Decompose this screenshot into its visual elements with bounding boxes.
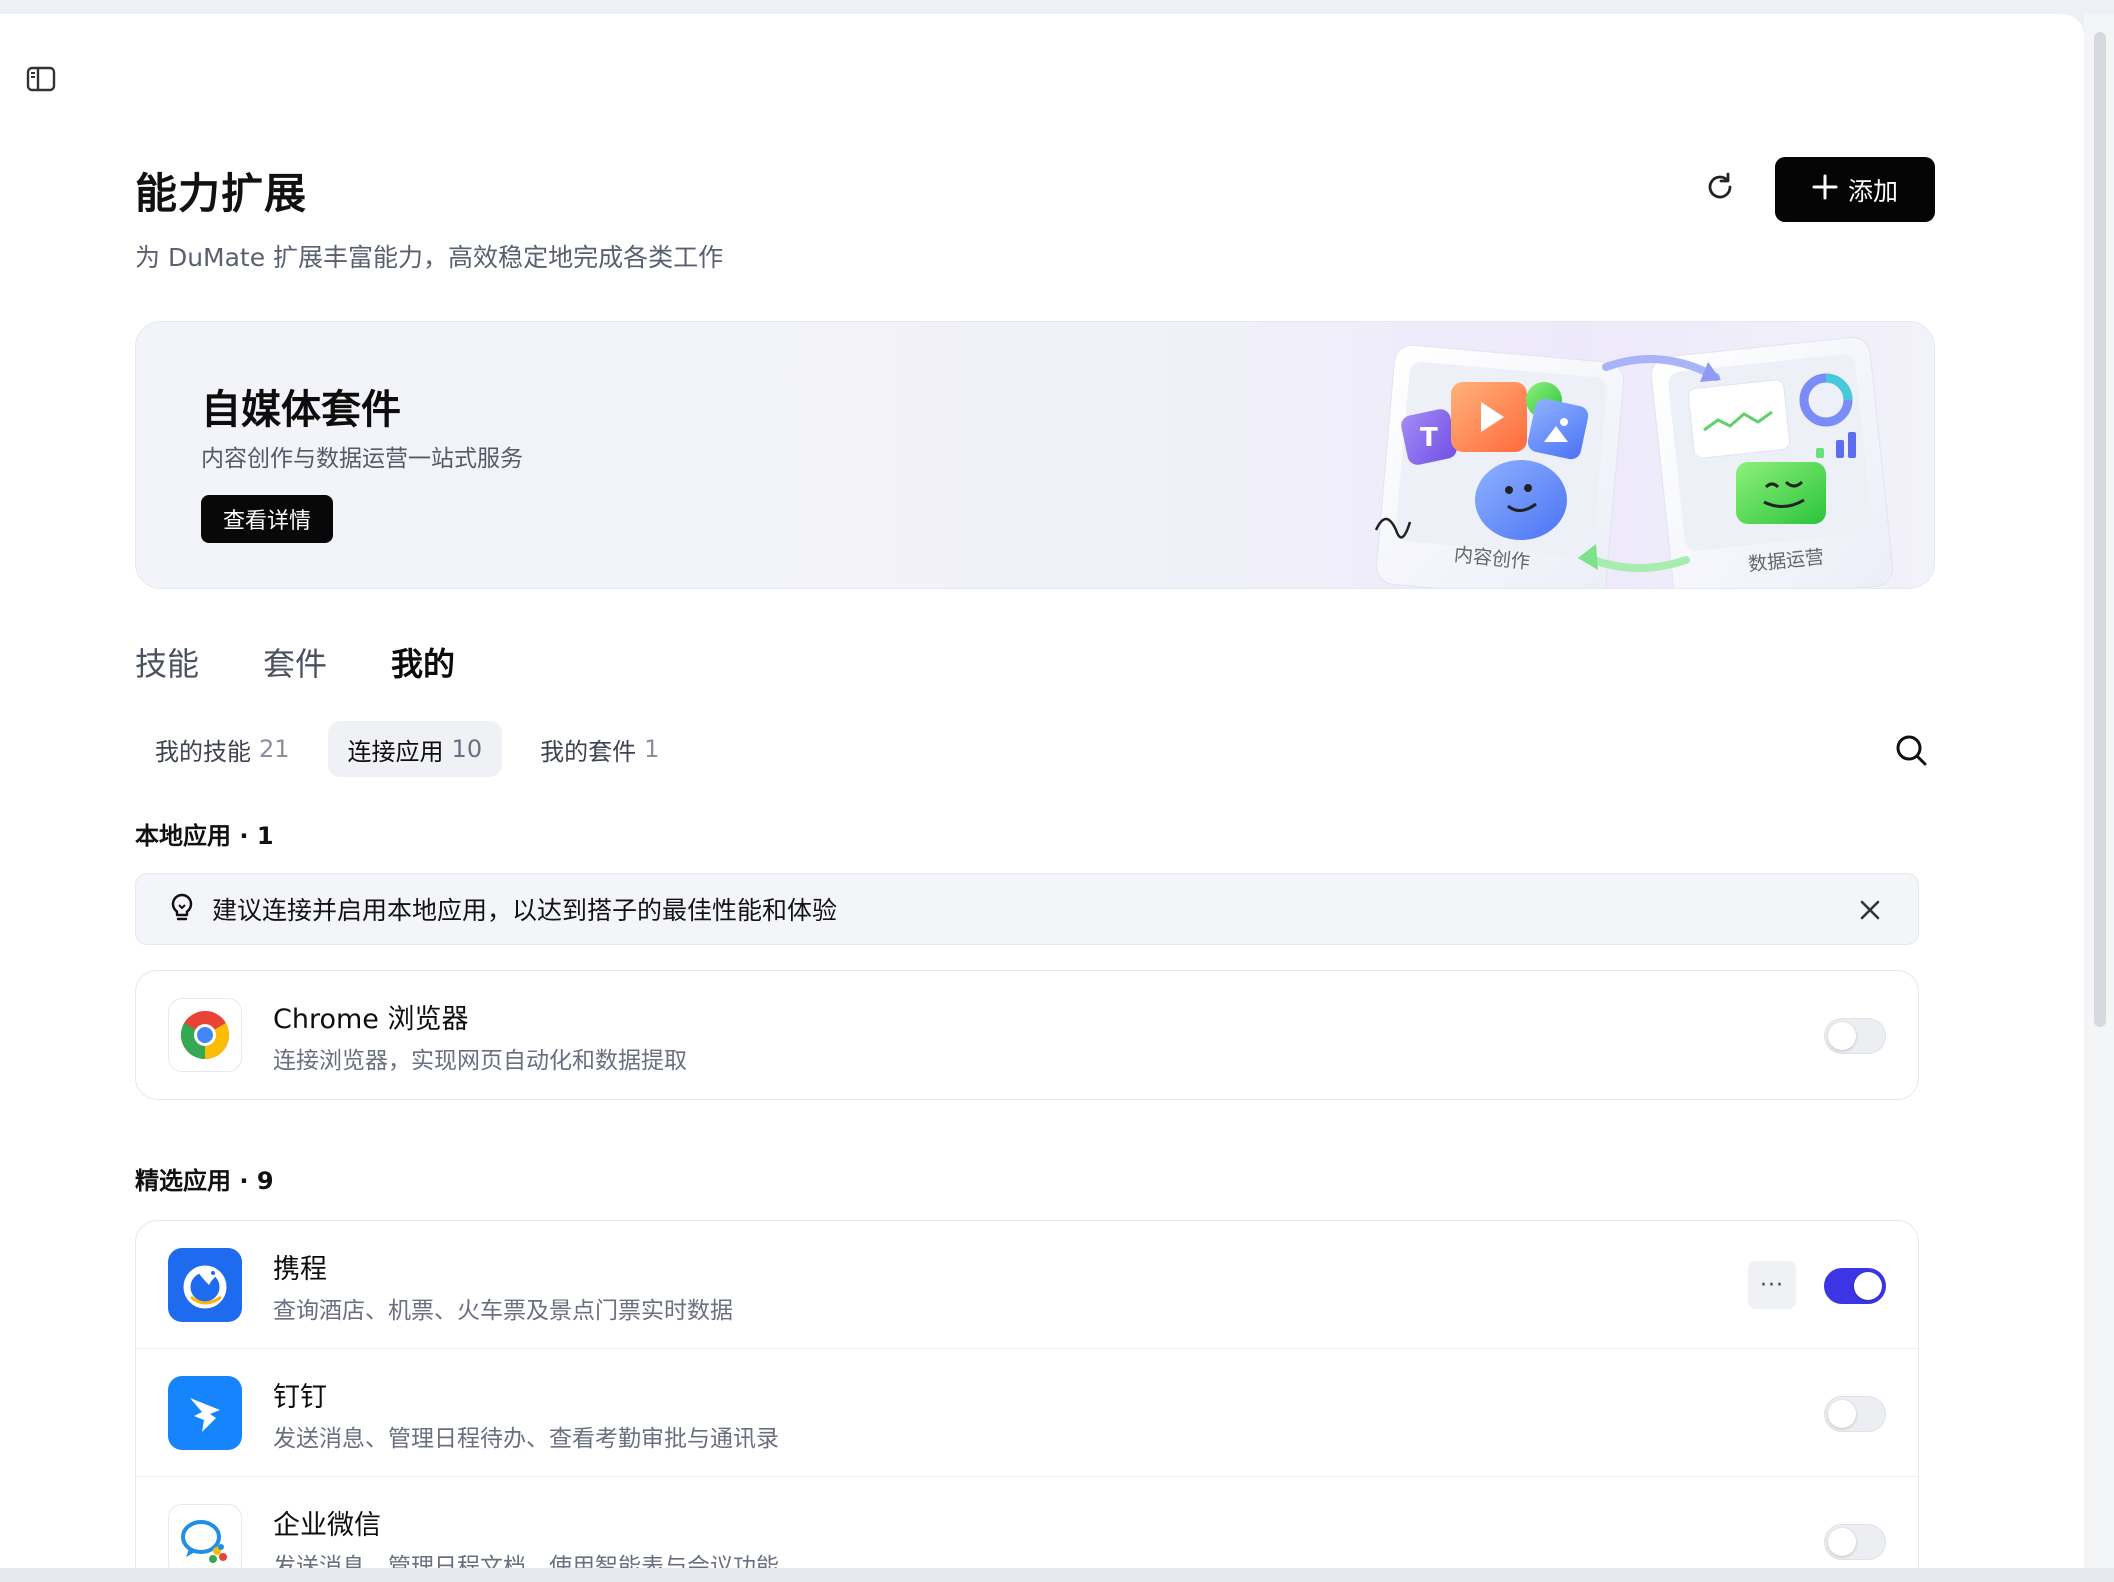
list-item: 企业微信 发送消息、管理日程文档、使用智能表与会议功能 (136, 1477, 1918, 1568)
app-name: 携程 (273, 1254, 327, 1285)
add-button-label: 添加 (1847, 176, 1898, 206)
scrollbar-thumb[interactable] (2094, 32, 2106, 1027)
enable-toggle[interactable] (1824, 1018, 1886, 1054)
subtab-my-skills[interactable]: 我的技能 21 (135, 721, 310, 777)
tab-skills[interactable]: 技能 (135, 639, 199, 685)
more-options-button[interactable]: ··· (1748, 1261, 1796, 1309)
app-name: Chrome 浏览器 (273, 1004, 469, 1035)
search-icon[interactable] (1893, 732, 1929, 768)
banner-subtitle: 内容创作与数据运营一站式服务 (201, 446, 523, 472)
refresh-icon (1703, 170, 1737, 208)
app-window: 能力扩展 为 DuMate 扩展丰富能力，高效稳定地完成各类工作 添加 自媒体套… (0, 14, 2084, 1568)
enable-toggle[interactable] (1824, 1524, 1886, 1560)
ctrip-icon (168, 1248, 242, 1322)
lightbulb-icon (168, 892, 196, 926)
window-bottom-edge (0, 1568, 2114, 1582)
subtab-label: 我的套件 (540, 737, 637, 766)
enable-toggle[interactable] (1824, 1396, 1886, 1432)
subtab-label: 我的技能 (155, 737, 251, 766)
subtab-label: 连接应用 (347, 737, 444, 766)
list-item: 携程 查询酒店、机票、火车票及景点门票实时数据 ··· (136, 1221, 1918, 1349)
local-apps-list: Chrome 浏览器 连接浏览器，实现网页自动化和数据提取 (135, 970, 1919, 1100)
enable-toggle[interactable] (1824, 1268, 1886, 1304)
app-description: 查询酒店、机票、火车票及景点门票实时数据 (273, 1298, 733, 1324)
suggestion-tip: 建议连接并启用本地应用，以达到搭子的最佳性能和体验 (135, 873, 1919, 945)
subtab-count: 21 (259, 735, 290, 763)
add-button[interactable]: 添加 (1775, 157, 1935, 222)
promo-banner: 自媒体套件 内容创作与数据运营一站式服务 查看详情 T 内容创作 数据运营 (135, 321, 1935, 589)
subtab-my-suites[interactable]: 我的套件 1 (520, 721, 679, 777)
featured-apps-title: 精选应用 · 9 (135, 1167, 274, 1195)
sub-tabs: 我的技能 21 连接应用 10 我的套件 1 (135, 721, 679, 777)
featured-apps-list: 携程 查询酒店、机票、火车票及景点门票实时数据 ··· 钉钉 发送消息、管理日程… (135, 1220, 1919, 1568)
wecom-icon (168, 1504, 242, 1568)
subtab-count: 1 (644, 735, 660, 763)
banner-title: 自媒体套件 (201, 387, 401, 433)
subtab-connected-apps[interactable]: 连接应用 10 (327, 721, 503, 777)
close-icon[interactable] (1858, 898, 1882, 922)
tab-mine[interactable]: 我的 (391, 639, 455, 685)
dingtalk-icon (168, 1376, 242, 1450)
app-description: 连接浏览器，实现网页自动化和数据提取 (273, 1048, 687, 1074)
scrollbar-track[interactable] (2084, 14, 2114, 1568)
svg-text:T: T (1420, 423, 1438, 453)
app-description: 发送消息、管理日程待办、查看考勤审批与通讯录 (273, 1426, 779, 1452)
main-tabs: 技能 套件 我的 (135, 639, 455, 685)
plus-icon (1812, 174, 1838, 206)
page-subtitle: 为 DuMate 扩展丰富能力，高效稳定地完成各类工作 (135, 243, 724, 272)
list-item: Chrome 浏览器 连接浏览器，实现网页自动化和数据提取 (136, 971, 1918, 1099)
app-description: 发送消息、管理日程文档、使用智能表与会议功能 (273, 1554, 779, 1568)
list-item: 钉钉 发送消息、管理日程待办、查看考勤审批与通讯录 (136, 1349, 1918, 1477)
view-details-button[interactable]: 查看详情 (201, 495, 333, 543)
tab-suites[interactable]: 套件 (263, 639, 327, 685)
refresh-button[interactable] (1697, 166, 1743, 212)
app-name: 企业微信 (273, 1510, 381, 1541)
app-name: 钉钉 (273, 1382, 327, 1413)
page-title: 能力扩展 (135, 169, 308, 218)
chrome-icon (168, 998, 242, 1072)
local-apps-title: 本地应用 · 1 (135, 822, 274, 850)
sidebar-toggle-icon[interactable] (26, 64, 56, 94)
subtab-count: 10 (451, 735, 483, 763)
banner-illustration: T 内容创作 数据运营 (1316, 322, 1934, 588)
tip-text: 建议连接并启用本地应用，以达到搭子的最佳性能和体验 (212, 896, 838, 925)
